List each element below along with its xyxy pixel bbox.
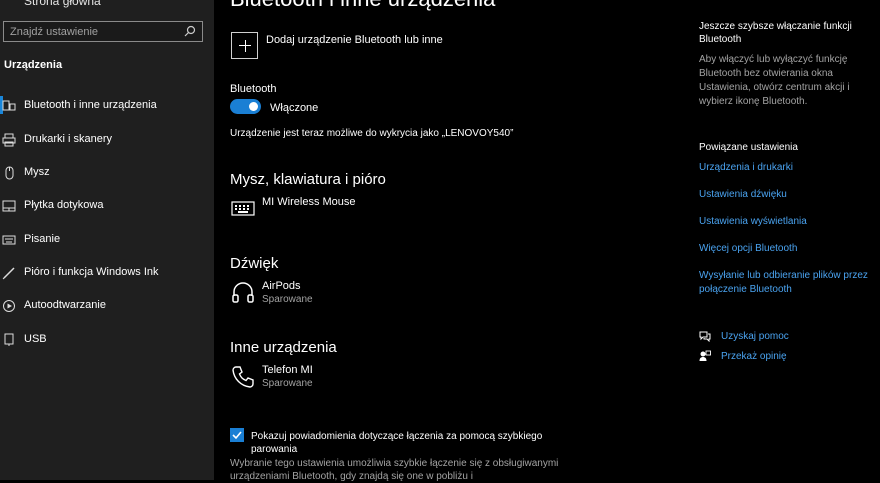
sidebar-item-label: USB	[24, 333, 47, 345]
sidebar-item-touchpad[interactable]: Płytka dotykowa	[0, 190, 214, 220]
sidebar-item-label: Autoodtwarzanie	[24, 299, 106, 311]
search-input[interactable]	[10, 24, 180, 39]
give-feedback-link[interactable]: Przekaż opinię	[699, 350, 869, 364]
headphones-icon	[232, 282, 254, 303]
right-panel: Jeszcze szybsze włączanie funkcji Blueto…	[699, 0, 880, 480]
group-title-audio: Dźwięk	[230, 255, 279, 272]
tip-text: Aby włączyć lub wyłączyć funkcję Bluetoo…	[699, 54, 850, 107]
toggle-knob	[249, 102, 258, 111]
sidebar: Strona główna Urządzenia Bluetooth i inn…	[0, 0, 214, 480]
autoplay-icon	[3, 300, 15, 312]
feedback-icon	[699, 350, 711, 361]
sidebar-item-printers[interactable]: Drukarki i skanery	[0, 124, 214, 154]
mouse-icon	[5, 166, 14, 180]
get-help-label: Uzyskaj pomoc	[721, 331, 789, 342]
sidebar-item-usb[interactable]: USB	[0, 324, 214, 354]
search-box[interactable]	[3, 21, 203, 42]
device-mi-wireless-mouse[interactable]: MI Wireless Mouse	[230, 196, 630, 230]
link-more-bluetooth-options[interactable]: Więcej opcji Bluetooth	[699, 242, 874, 256]
bluetooth-toggle[interactable]	[230, 99, 261, 114]
bluetooth-devices-icon	[2, 100, 16, 111]
link-bluetooth-file-transfer[interactable]: Wysyłanie lub odbieranie plików przez po…	[699, 269, 874, 297]
link-sound-settings[interactable]: Ustawienia dźwięku	[699, 188, 874, 202]
group-title-other-devices: Inne urządzenia	[230, 339, 337, 356]
sidebar-item-label: Pisanie	[24, 233, 61, 245]
pen-icon	[2, 267, 15, 280]
printer-icon	[2, 133, 16, 147]
add-device-button[interactable]	[231, 32, 258, 59]
sidebar-item-pen[interactable]: Pióro i funkcja Windows Ink	[0, 257, 214, 287]
add-device-label[interactable]: Dodaj urządzenie Bluetooth lub inne	[266, 34, 443, 46]
device-name: MI Wireless Mouse	[262, 196, 356, 208]
device-name: AirPods	[262, 280, 301, 292]
swift-pair-description: Wybranie tego ustawienia umożliwia szybk…	[230, 458, 559, 482]
page-title: Bluetooth i inne urządzenia	[230, 0, 495, 12]
get-help-link[interactable]: Uzyskaj pomoc	[699, 330, 869, 344]
tip-title: Jeszcze szybsze włączanie funkcji Blueto…	[699, 21, 852, 45]
sidebar-item-mouse[interactable]: Mysz	[0, 157, 214, 187]
sidebar-item-label: Płytka dotykowa	[24, 199, 104, 211]
main-content: Bluetooth i inne urządzenia Dodaj urządz…	[214, 0, 694, 482]
device-status: Sparowane	[262, 378, 313, 389]
device-airpods[interactable]: AirPods Sparowane	[230, 280, 630, 314]
device-name: Telefon MI	[262, 364, 313, 376]
device-telefon-mi[interactable]: Telefon MI Sparowane	[230, 364, 630, 398]
related-settings-title: Powiązane ustawienia	[699, 142, 798, 153]
sidebar-item-label: Pióro i funkcja Windows Ink	[24, 266, 159, 278]
give-feedback-label: Przekaż opinię	[721, 351, 787, 362]
checkmark-icon	[232, 431, 242, 440]
sidebar-item-label: Bluetooth i inne urządzenia	[24, 99, 157, 111]
device-status: Sparowane	[262, 294, 313, 305]
link-display-settings[interactable]: Ustawienia wyświetlania	[699, 215, 874, 229]
group-title-input-devices: Mysz, klawiatura i pióro	[230, 171, 386, 188]
touchpad-icon	[2, 200, 16, 212]
keyboard-icon	[231, 201, 255, 216]
bluetooth-label: Bluetooth	[230, 83, 277, 95]
sidebar-item-typing[interactable]: Pisanie	[0, 224, 214, 254]
help-chat-icon	[699, 331, 711, 342]
keyboard-icon	[2, 235, 16, 245]
search-icon[interactable]	[184, 25, 196, 37]
phone-icon	[232, 366, 254, 388]
sidebar-item-label: Drukarki i skanery	[24, 133, 113, 145]
link-devices-printers[interactable]: Urządzenia i drukarki	[699, 161, 874, 175]
bluetooth-toggle-state: Włączone	[270, 102, 319, 114]
swift-pair-checkbox[interactable]	[230, 428, 244, 442]
discoverable-text: Urządzenie jest teraz możliwe do wykryci…	[230, 128, 514, 139]
sidebar-section-title: Urządzenia	[4, 59, 63, 71]
sidebar-item-label: Mysz	[24, 166, 50, 178]
usb-icon	[4, 333, 14, 346]
sidebar-item-autoplay[interactable]: Autoodtwarzanie	[0, 290, 214, 320]
swift-pair-label[interactable]: Pokazuj powiadomienia dotyczące łączenia…	[251, 430, 571, 456]
home-link[interactable]: Strona główna	[24, 0, 101, 8]
sidebar-item-bluetooth[interactable]: Bluetooth i inne urządzenia	[0, 90, 214, 120]
